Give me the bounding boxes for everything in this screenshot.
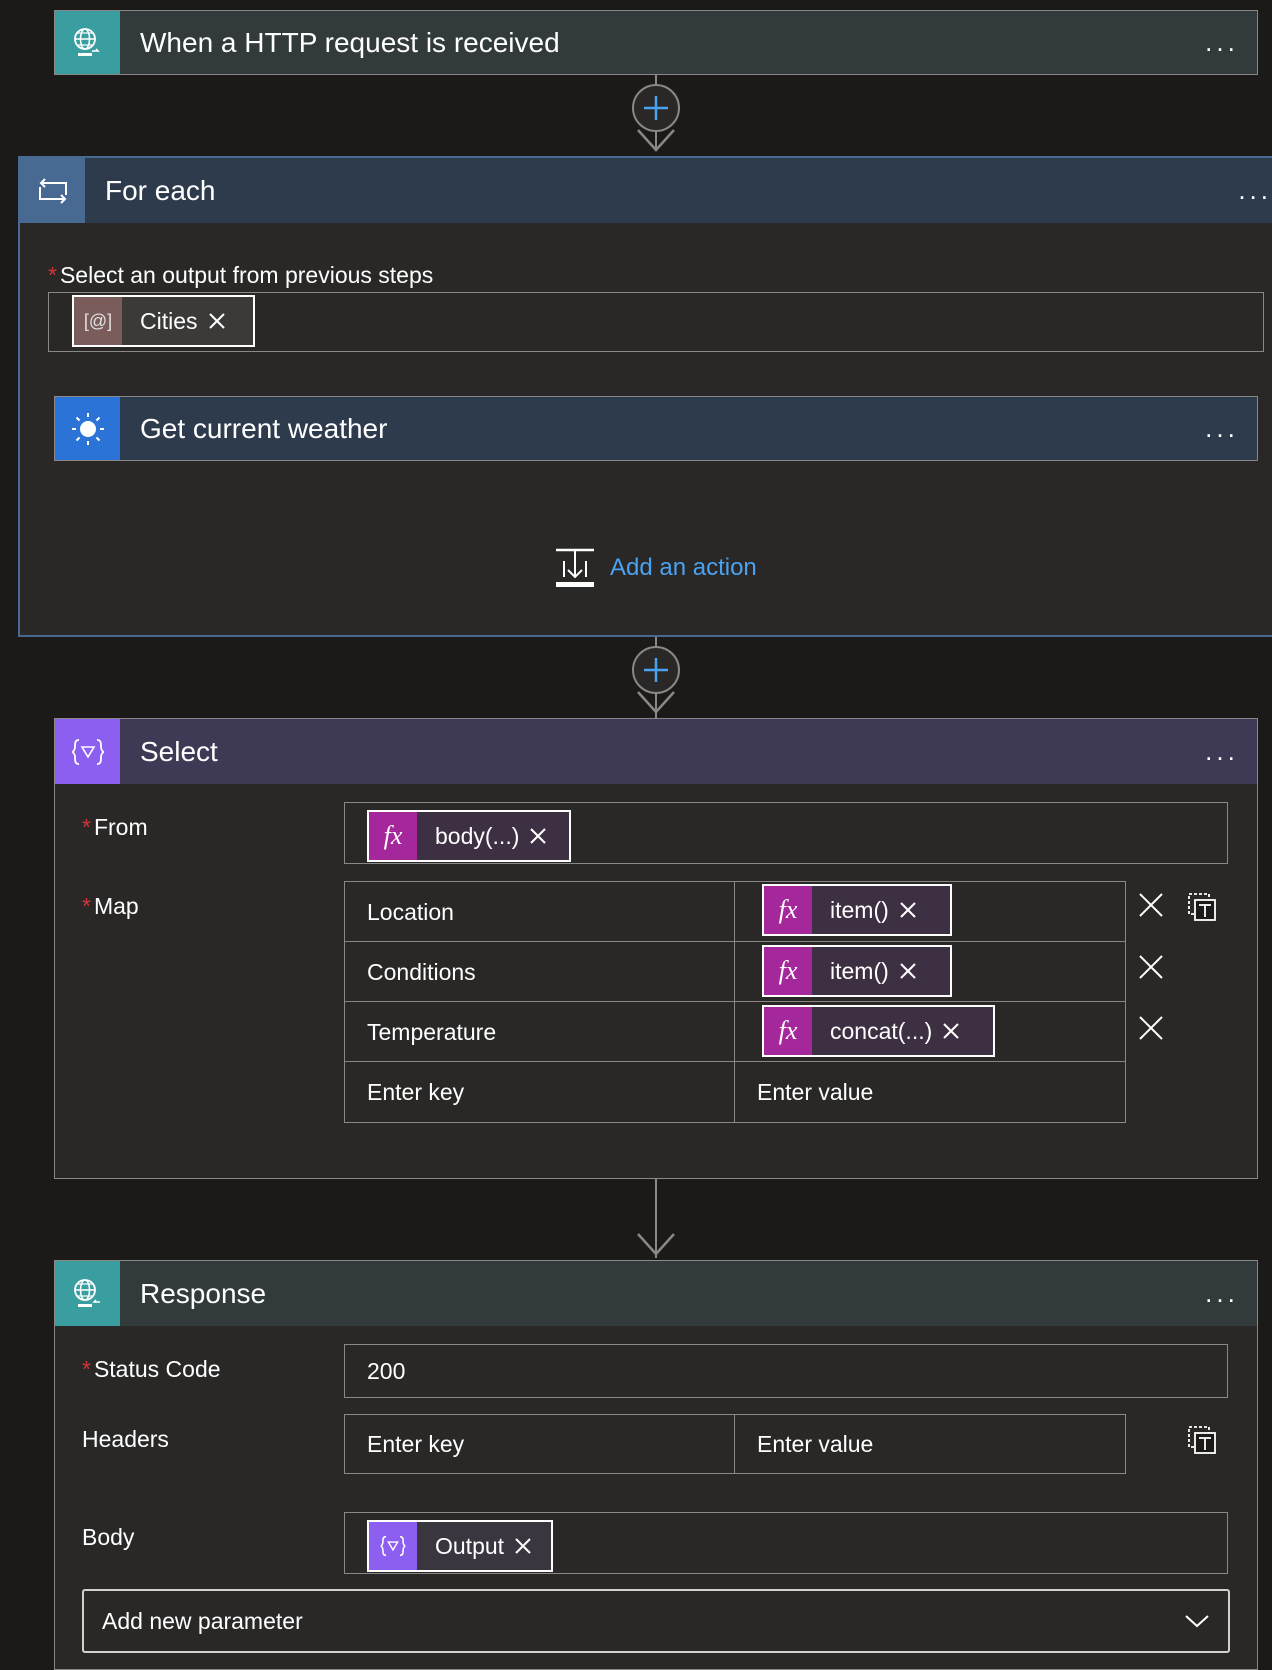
header-key-input[interactable]: Enter key [344,1414,736,1474]
body-label: Body [82,1524,135,1550]
switch-to-text-mode-icon[interactable] [1186,1424,1218,1456]
map-key-cell[interactable]: Temperature [344,1001,736,1063]
map-value-token-label: item() [830,957,889,984]
map-label: * Map [82,893,139,919]
remove-token-button[interactable] [899,947,927,995]
status-code-label: * Status Code [82,1356,221,1382]
expression-icon: fx [764,947,812,995]
response-more-button[interactable]: ... [1187,1278,1257,1309]
close-icon [943,1023,959,1039]
add-new-parameter-dropdown[interactable]: Add new parameter [82,1589,1230,1653]
close-icon [900,902,916,918]
remove-token-button[interactable] [529,812,557,860]
remove-token-button[interactable] [514,1522,542,1570]
response-icon-box [55,1261,120,1326]
header-value-input[interactable]: Enter value [734,1414,1126,1474]
headers-label: Headers [82,1426,169,1452]
loop-icon [38,177,67,204]
status-code-value: 200 [367,1357,406,1384]
select-title: Select [140,735,218,767]
sun-icon [71,412,104,445]
select-more-button[interactable]: ... [1187,736,1257,767]
weather-icon-box [55,397,120,460]
plus-icon [644,96,668,120]
output-token-label: Output [435,1532,505,1559]
map-key-text: Temperature [367,1018,497,1045]
map-value-token[interactable]: fx concat(...) [762,1005,995,1057]
weather-action-title: Get current weather [140,412,388,444]
foreach-icon-box [20,158,85,223]
data-operation-icon [369,1522,417,1570]
map-key-input[interactable]: Enter key [344,1061,736,1123]
status-code-input[interactable]: 200 [344,1344,1228,1398]
add-action-button[interactable]: Add an action [554,546,757,590]
foreach-more-button[interactable]: ... [1222,175,1272,206]
arrow-down-icon [637,1233,675,1256]
add-action-label: Add an action [610,554,757,581]
chevron-down-icon [1185,1615,1209,1628]
trigger-title: When a HTTP request is received [140,26,560,58]
output-label: * Select an output from previous steps [48,262,434,288]
trigger-more-button[interactable]: ... [1187,27,1257,58]
add-new-parameter-label: Add new parameter [102,1607,303,1634]
value-placeholder: Enter value [757,1078,874,1105]
expression-icon: fx [369,812,417,860]
map-key-cell[interactable]: Conditions [344,941,736,1003]
variable-icon: [@] [74,297,122,345]
close-icon [515,1538,531,1554]
select-icon-box [55,719,120,784]
select-header[interactable]: Select ... [55,719,1257,784]
key-placeholder: Enter key [367,1078,465,1105]
delete-row-icon[interactable] [1138,892,1164,918]
weather-more-button[interactable]: ... [1187,413,1257,444]
cities-token-label: Cities [140,307,198,334]
map-value-input[interactable]: Enter value [734,1061,1126,1123]
foreach-header[interactable]: For each ... [20,158,1272,223]
http-globe-icon [73,1278,100,1307]
from-label: * From [82,814,148,840]
value-placeholder: Enter value [757,1430,874,1457]
close-icon [900,963,916,979]
map-value-token-label: item() [830,896,889,923]
map-key-text: Conditions [367,958,476,985]
map-value-token-label: concat(...) [830,1017,933,1044]
data-operation-icon [71,738,104,765]
from-token[interactable]: fx body(...) [367,810,571,862]
map-key-cell[interactable]: Location [344,881,736,943]
key-placeholder: Enter key [367,1430,465,1457]
weather-action-card[interactable]: Get current weather ... [54,396,1258,461]
delete-row-icon[interactable] [1138,1015,1164,1041]
cities-token[interactable]: [@] Cities [72,295,255,347]
remove-token-button[interactable] [942,1007,970,1055]
trigger-card[interactable]: When a HTTP request is received ... [54,10,1258,75]
delete-row-icon[interactable] [1138,954,1164,980]
remove-token-button[interactable] [899,886,927,934]
response-title: Response [140,1277,267,1309]
from-token-label: body(...) [435,822,520,849]
expression-icon: fx [764,1007,812,1055]
remove-token-button[interactable] [208,297,236,345]
map-key-text: Location [367,898,454,925]
insert-step-button[interactable] [632,646,680,694]
add-action-icon [556,548,594,587]
map-value-token[interactable]: fx item() [762,884,952,936]
response-header[interactable]: Response ... [55,1261,1257,1326]
insert-step-button[interactable] [632,84,680,132]
close-icon [208,313,225,329]
trigger-icon-box [55,11,120,74]
switch-to-text-mode-icon[interactable] [1186,891,1218,923]
output-token[interactable]: Output [367,1520,553,1572]
http-globe-icon [73,27,100,56]
expression-icon: fx [764,886,812,934]
close-icon [530,828,547,844]
map-value-token[interactable]: fx item() [762,945,952,997]
foreach-title: For each [105,174,216,206]
plus-icon [644,658,668,682]
